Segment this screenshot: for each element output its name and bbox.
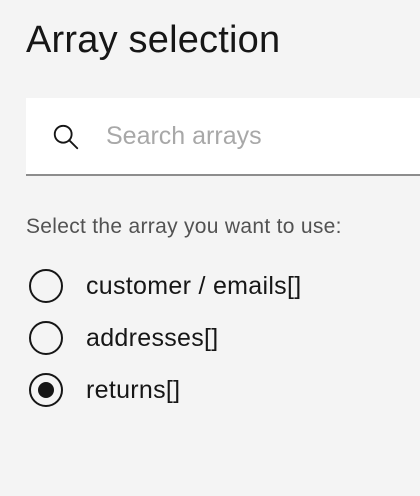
radio-button[interactable] bbox=[29, 373, 63, 407]
radio-button[interactable] bbox=[29, 269, 63, 303]
search-input[interactable] bbox=[106, 98, 406, 174]
panel-title: Array selection bbox=[26, 19, 281, 61]
array-selection-panel: Array selection Select the array you wan… bbox=[0, 0, 420, 496]
array-radio-group: customer / emails[] addresses[] returns[… bbox=[29, 260, 301, 416]
radio-option-customer-emails[interactable]: customer / emails[] bbox=[29, 260, 301, 312]
search-icon bbox=[53, 124, 79, 150]
radio-option-addresses[interactable]: addresses[] bbox=[29, 312, 301, 364]
radio-option-label: addresses[] bbox=[86, 324, 219, 352]
selection-prompt: Select the array you want to use: bbox=[26, 215, 342, 238]
radio-option-returns[interactable]: returns[] bbox=[29, 364, 301, 416]
radio-button[interactable] bbox=[29, 321, 63, 355]
search-field[interactable] bbox=[26, 98, 420, 176]
radio-option-label: customer / emails[] bbox=[86, 272, 302, 300]
radio-option-label: returns[] bbox=[86, 376, 181, 404]
